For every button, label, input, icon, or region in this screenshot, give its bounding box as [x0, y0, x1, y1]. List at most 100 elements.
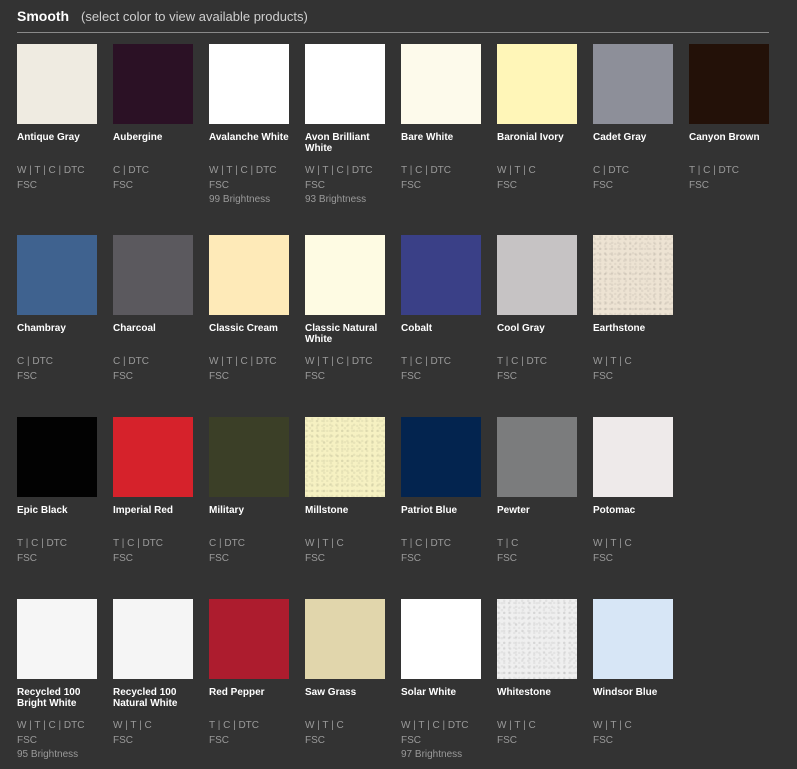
color-chip[interactable] — [593, 599, 673, 679]
color-swatch-card[interactable]: Classic Cream W | T | C | DTC FSC — [209, 235, 291, 384]
color-name[interactable]: Pewter — [497, 505, 579, 527]
color-swatch-card[interactable]: Imperial Red T | C | DTC FSC — [113, 417, 195, 566]
color-swatch-card[interactable]: Antique Gray W | T | C | DTC FSC — [17, 44, 99, 193]
color-name[interactable]: Cool Gray — [497, 323, 579, 345]
color-chip[interactable] — [593, 44, 673, 124]
color-name[interactable]: Millstone — [305, 505, 387, 527]
color-chip[interactable] — [497, 599, 577, 679]
color-swatch-card[interactable]: Baronial Ivory W | T | C FSC — [497, 44, 579, 193]
product-codes: C | DTC — [113, 165, 149, 176]
color-swatch-card[interactable]: Canyon Brown T | C | DTC FSC — [689, 44, 771, 193]
color-swatch-card[interactable]: Classic Natural White W | T | C | DTC FSC — [305, 235, 387, 384]
color-swatch-card[interactable]: Aubergine C | DTC FSC — [113, 44, 195, 193]
color-name[interactable]: Chambray — [17, 323, 99, 345]
color-chip[interactable] — [113, 599, 193, 679]
color-name[interactable]: Recycled 100 Bright White — [17, 687, 99, 709]
color-chip[interactable] — [497, 235, 577, 315]
color-name[interactable]: Red Pepper — [209, 687, 291, 709]
color-name[interactable]: Classic Natural White — [305, 323, 387, 345]
color-chip[interactable] — [209, 235, 289, 315]
color-name[interactable]: Saw Grass — [305, 687, 387, 709]
color-chip[interactable] — [401, 417, 481, 497]
color-swatch-card[interactable]: Avalanche White W | T | C | DTC FSC 99 Brig… — [209, 44, 291, 208]
color-chip[interactable] — [17, 599, 97, 679]
color-name[interactable]: Baronial Ivory — [497, 132, 579, 154]
color-name[interactable]: Patriot Blue — [401, 505, 483, 527]
color-name[interactable]: Imperial Red — [113, 505, 195, 527]
color-name[interactable]: Windsor Blue — [593, 687, 675, 709]
color-swatch-card[interactable]: Chambray C | DTC FSC — [17, 235, 99, 384]
color-chip[interactable] — [593, 417, 673, 497]
color-swatch-card[interactable]: Cobalt T | C | DTC FSC — [401, 235, 483, 384]
color-chip[interactable] — [17, 235, 97, 315]
color-name[interactable]: Avalanche White — [209, 132, 291, 154]
color-swatch-card[interactable]: Pewter T | C FSC — [497, 417, 579, 566]
color-chip[interactable] — [209, 599, 289, 679]
product-availability: W | T | C | DTC FSC — [17, 164, 99, 193]
color-swatch-card[interactable]: Cool Gray T | C | DTC FSC — [497, 235, 579, 384]
color-chip[interactable] — [209, 417, 289, 497]
color-name[interactable]: Potomac — [593, 505, 675, 527]
color-name[interactable]: Solar White — [401, 687, 483, 709]
color-swatch-card[interactable]: Whitestone W | T | C FSC — [497, 599, 579, 748]
color-swatch-card[interactable]: Millstone W | T | C FSC — [305, 417, 387, 566]
color-chip[interactable] — [305, 235, 385, 315]
certification-label: FSC — [401, 370, 421, 382]
color-name[interactable]: Cobalt — [401, 323, 483, 345]
color-name[interactable]: Charcoal — [113, 323, 195, 345]
color-chip[interactable] — [305, 44, 385, 124]
color-swatch-card[interactable]: Recycled 100 Natural White W | T | C FSC — [113, 599, 195, 748]
color-name[interactable]: Earthstone — [593, 323, 675, 345]
color-swatch-card[interactable]: Bare White T | C | DTC FSC — [401, 44, 483, 193]
color-swatch-card[interactable]: Solar White W | T | C | DTC FSC 97 Brightne… — [401, 599, 483, 763]
product-codes: T | C | DTC — [497, 356, 548, 367]
color-chip[interactable] — [401, 599, 481, 679]
product-codes: W | T | C | DTC — [209, 356, 277, 367]
product-availability: T | C | DTC FSC — [401, 537, 483, 566]
color-chip[interactable] — [209, 44, 289, 124]
color-swatch-card[interactable]: Windsor Blue W | T | C FSC — [593, 599, 675, 748]
color-name[interactable]: Antique Gray — [17, 132, 99, 154]
color-swatch-card[interactable]: Military C | DTC FSC — [209, 417, 291, 566]
color-chip[interactable] — [593, 235, 673, 315]
color-name[interactable]: Aubergine — [113, 132, 195, 154]
color-swatch-card[interactable]: Avon Brilliant White W | T | C | DTC FSC 93… — [305, 44, 387, 208]
product-availability: W | T | C FSC — [305, 537, 387, 566]
color-swatch-card[interactable]: Earthstone W | T | C FSC — [593, 235, 675, 384]
color-chip[interactable] — [497, 417, 577, 497]
color-name[interactable]: Cadet Gray — [593, 132, 675, 154]
color-swatch-card[interactable]: Saw Grass W | T | C FSC — [305, 599, 387, 748]
color-chip[interactable] — [17, 417, 97, 497]
color-name[interactable]: Military — [209, 505, 291, 527]
color-name[interactable]: Classic Cream — [209, 323, 291, 345]
color-chip[interactable] — [17, 44, 97, 124]
color-swatch-card[interactable]: Red Pepper T | C | DTC FSC — [209, 599, 291, 748]
color-chip[interactable] — [689, 44, 769, 124]
product-availability: T | C | DTC FSC — [401, 164, 483, 193]
product-codes: W | T | C | DTC — [305, 165, 373, 176]
certification-label: FSC — [17, 179, 37, 191]
color-name[interactable]: Recycled 100 Natural White — [113, 687, 195, 709]
color-swatch-card[interactable]: Cadet Gray C | DTC FSC — [593, 44, 675, 193]
color-chip[interactable] — [401, 44, 481, 124]
color-name[interactable]: Epic Black — [17, 505, 99, 527]
color-chip[interactable] — [113, 235, 193, 315]
color-chip[interactable] — [497, 44, 577, 124]
color-swatch-card[interactable]: Patriot Blue T | C | DTC FSC — [401, 417, 483, 566]
product-codes: W | T | C — [593, 720, 632, 731]
color-swatch-card[interactable]: Epic Black T | C | DTC FSC — [17, 417, 99, 566]
color-swatch-card[interactable]: Recycled 100 Bright White W | T | C | DTC… — [17, 599, 99, 763]
product-codes: W | T | C — [593, 538, 632, 549]
color-chip[interactable] — [305, 417, 385, 497]
color-name[interactable]: Canyon Brown — [689, 132, 771, 154]
color-name[interactable]: Bare White — [401, 132, 483, 154]
color-name[interactable]: Whitestone — [497, 687, 579, 709]
color-chip[interactable] — [401, 235, 481, 315]
color-chip[interactable] — [113, 44, 193, 124]
color-chip[interactable] — [305, 599, 385, 679]
color-name[interactable]: Avon Brilliant White — [305, 132, 387, 154]
color-chip[interactable] — [113, 417, 193, 497]
color-swatch-card[interactable]: Potomac W | T | C FSC — [593, 417, 675, 566]
product-codes: W | T | C | DTC — [305, 356, 373, 367]
color-swatch-card[interactable]: Charcoal C | DTC FSC — [113, 235, 195, 384]
